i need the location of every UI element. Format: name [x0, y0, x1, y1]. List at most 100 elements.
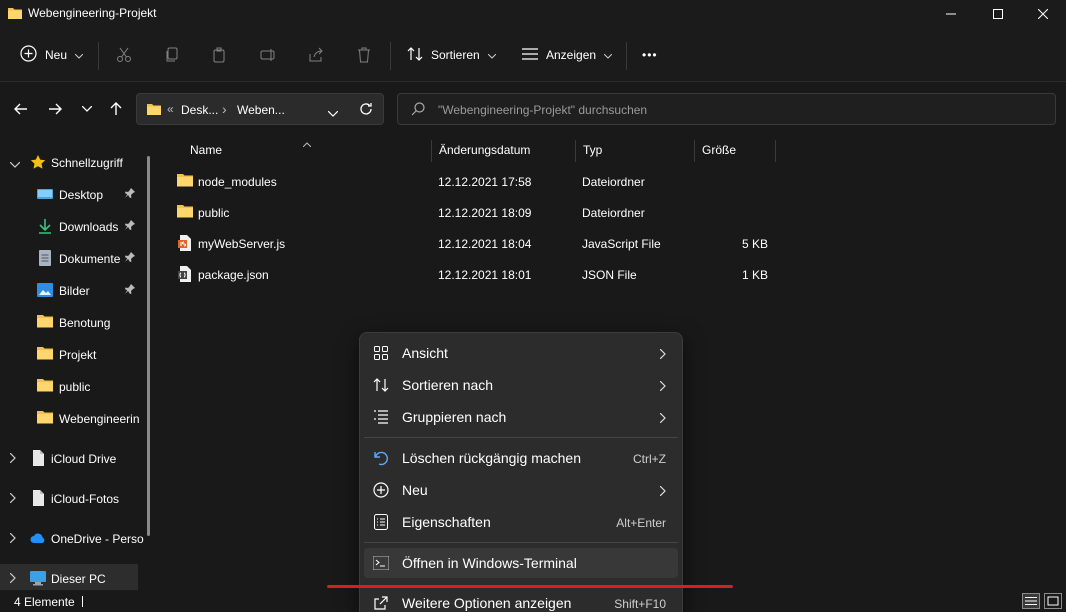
file-row[interactable]: package.json 12.12.2021 18:01 JSON File …: [174, 259, 794, 289]
view-button[interactable]: Anzeigen: [522, 40, 613, 70]
search-input[interactable]: "Webengineering-Projekt" durchsuchen: [397, 93, 1056, 125]
column-header-size[interactable]: Größe: [696, 142, 736, 166]
menu-item-more-options[interactable]: Weitere Optionen anzeigen Shift+F10: [364, 588, 678, 612]
column-divider[interactable]: [575, 140, 576, 162]
more-dots-icon: •••: [642, 48, 658, 62]
column-header-name[interactable]: Name: [184, 142, 222, 166]
chevron-down-icon: [74, 48, 84, 62]
pin-icon[interactable]: [124, 187, 136, 202]
up-button[interactable]: [105, 98, 127, 120]
sidebar-item-label: Dieser PC: [51, 572, 106, 586]
document-icon: [30, 490, 46, 506]
sidebar-item-label: Dokumente: [59, 252, 121, 266]
pin-icon[interactable]: [124, 219, 136, 234]
delete-icon[interactable]: [353, 44, 375, 66]
sidebar-item-benotung[interactable]: Benotung: [0, 308, 152, 336]
address-row: « Desk... › Weben... "Webengineering-Pro…: [0, 82, 1066, 136]
sidebar-item-this-pc[interactable]: Dieser PC: [0, 564, 138, 592]
folder-icon: [37, 410, 53, 426]
menu-item-label: Sortieren nach: [402, 377, 494, 393]
sidebar-item-label: iCloud Drive: [51, 452, 117, 466]
menu-item-group-by[interactable]: Gruppieren nach: [364, 402, 678, 432]
forward-button[interactable]: [44, 98, 66, 120]
toolbar-divider: [626, 42, 627, 70]
column-divider[interactable]: [775, 140, 776, 162]
recent-locations-button[interactable]: [76, 98, 98, 120]
breadcrumb-desktop[interactable]: Desk...: [181, 103, 218, 117]
paste-icon[interactable]: [209, 44, 231, 66]
details-view-button[interactable]: [1022, 593, 1040, 609]
sidebar-item-label: iCloud-Fotos: [51, 492, 120, 506]
file-row[interactable]: myWebServer.js 12.12.2021 18:04 JavaScri…: [174, 228, 794, 258]
chevron-right-icon[interactable]: [9, 452, 16, 466]
maximize-button[interactable]: [975, 0, 1021, 28]
sort-button[interactable]: Sortieren: [407, 40, 497, 70]
sidebar-item-documents[interactable]: Dokumente: [0, 244, 152, 272]
menu-item-view[interactable]: Ansicht: [364, 338, 678, 368]
sidebar-item-projekt[interactable]: Projekt: [0, 340, 152, 368]
window-title: Webengineering-Projekt: [28, 6, 157, 20]
file-type: JavaScript File: [582, 237, 661, 251]
chevron-right-icon[interactable]: [9, 532, 16, 546]
address-bar[interactable]: « Desk... › Weben...: [136, 93, 384, 125]
sidebar-item-downloads[interactable]: Downloads: [0, 212, 152, 240]
sidebar-scrollbar[interactable]: [147, 156, 150, 536]
red-annotation-underline: [327, 585, 733, 588]
menu-item-undo-delete[interactable]: Löschen rückgängig machen Ctrl+Z: [364, 443, 678, 473]
sidebar-item-icloud-drive[interactable]: iCloud Drive: [0, 444, 152, 472]
breadcrumb-project[interactable]: Weben...: [237, 103, 285, 117]
new-button[interactable]: Neu: [20, 40, 84, 70]
menu-item-shortcut: Shift+F10: [614, 597, 666, 611]
sidebar-item-label: Desktop: [59, 188, 104, 202]
menu-item-new[interactable]: Neu: [364, 475, 678, 505]
copy-icon[interactable]: [161, 44, 183, 66]
cut-icon[interactable]: [113, 44, 135, 66]
chevron-right-icon[interactable]: [9, 572, 16, 586]
column-divider[interactable]: [694, 140, 695, 162]
more-options-button[interactable]: •••: [642, 40, 658, 70]
file-date: 12.12.2021 18:09: [438, 206, 532, 220]
file-row[interactable]: node_modules 12.12.2021 17:58 Dateiordne…: [174, 166, 794, 196]
navigation-pane: Schnellzugriff Desktop Downloads Dokumen…: [0, 136, 160, 592]
share-icon[interactable]: [305, 44, 327, 66]
column-divider[interactable]: [431, 140, 432, 162]
sidebar-item-desktop[interactable]: Desktop: [0, 180, 152, 208]
file-type: Dateiordner: [582, 175, 645, 189]
minimize-button[interactable]: [928, 0, 974, 28]
chevron-right-icon[interactable]: [9, 492, 16, 506]
column-header-date[interactable]: Änderungsdatum: [433, 142, 530, 166]
menu-item-open-terminal[interactable]: Öffnen in Windows-Terminal: [364, 548, 678, 578]
refresh-button[interactable]: [355, 98, 377, 120]
chevron-right-icon: [659, 346, 666, 362]
chevron-down-icon[interactable]: [9, 157, 21, 171]
document-icon: [30, 450, 46, 466]
menu-item-properties[interactable]: Eigenschaften Alt+Enter: [364, 507, 678, 537]
plus-circle-icon: [373, 482, 389, 498]
pin-icon[interactable]: [124, 283, 136, 298]
sidebar-item-quick-access[interactable]: Schnellzugriff: [0, 148, 152, 176]
sidebar-item-pictures[interactable]: Bilder: [0, 276, 152, 304]
back-button[interactable]: [10, 98, 32, 120]
sidebar-item-public[interactable]: public: [0, 372, 152, 400]
breadcrumb-overflow[interactable]: «: [167, 102, 174, 116]
sidebar-item-onedrive[interactable]: OneDrive - Perso: [0, 524, 152, 552]
folder-icon: [37, 378, 53, 394]
title-bar: Webengineering-Projekt: [0, 0, 1066, 28]
sidebar-item-label: Schnellzugriff: [51, 156, 123, 170]
chevron-down-icon[interactable]: [327, 106, 339, 120]
sidebar-item-label: OneDrive - Perso: [51, 532, 144, 546]
rename-icon[interactable]: [257, 44, 279, 66]
file-row[interactable]: public 12.12.2021 18:09 Dateiordner: [174, 197, 794, 227]
grid-icon: [373, 345, 389, 361]
sidebar-item-webengineering[interactable]: Webengineerin: [0, 404, 152, 432]
sidebar-item-icloud-photos[interactable]: iCloud-Fotos: [0, 484, 152, 512]
menu-item-sort-by[interactable]: Sortieren nach: [364, 370, 678, 400]
pin-icon[interactable]: [124, 251, 136, 266]
large-icons-view-button[interactable]: [1044, 593, 1062, 609]
chevron-right-icon: [659, 378, 666, 394]
column-header-type[interactable]: Typ: [577, 142, 602, 166]
download-icon: [37, 218, 53, 234]
breadcrumb-separator: ›: [222, 101, 227, 117]
folder-icon: [37, 314, 53, 330]
close-button[interactable]: [1020, 0, 1066, 28]
